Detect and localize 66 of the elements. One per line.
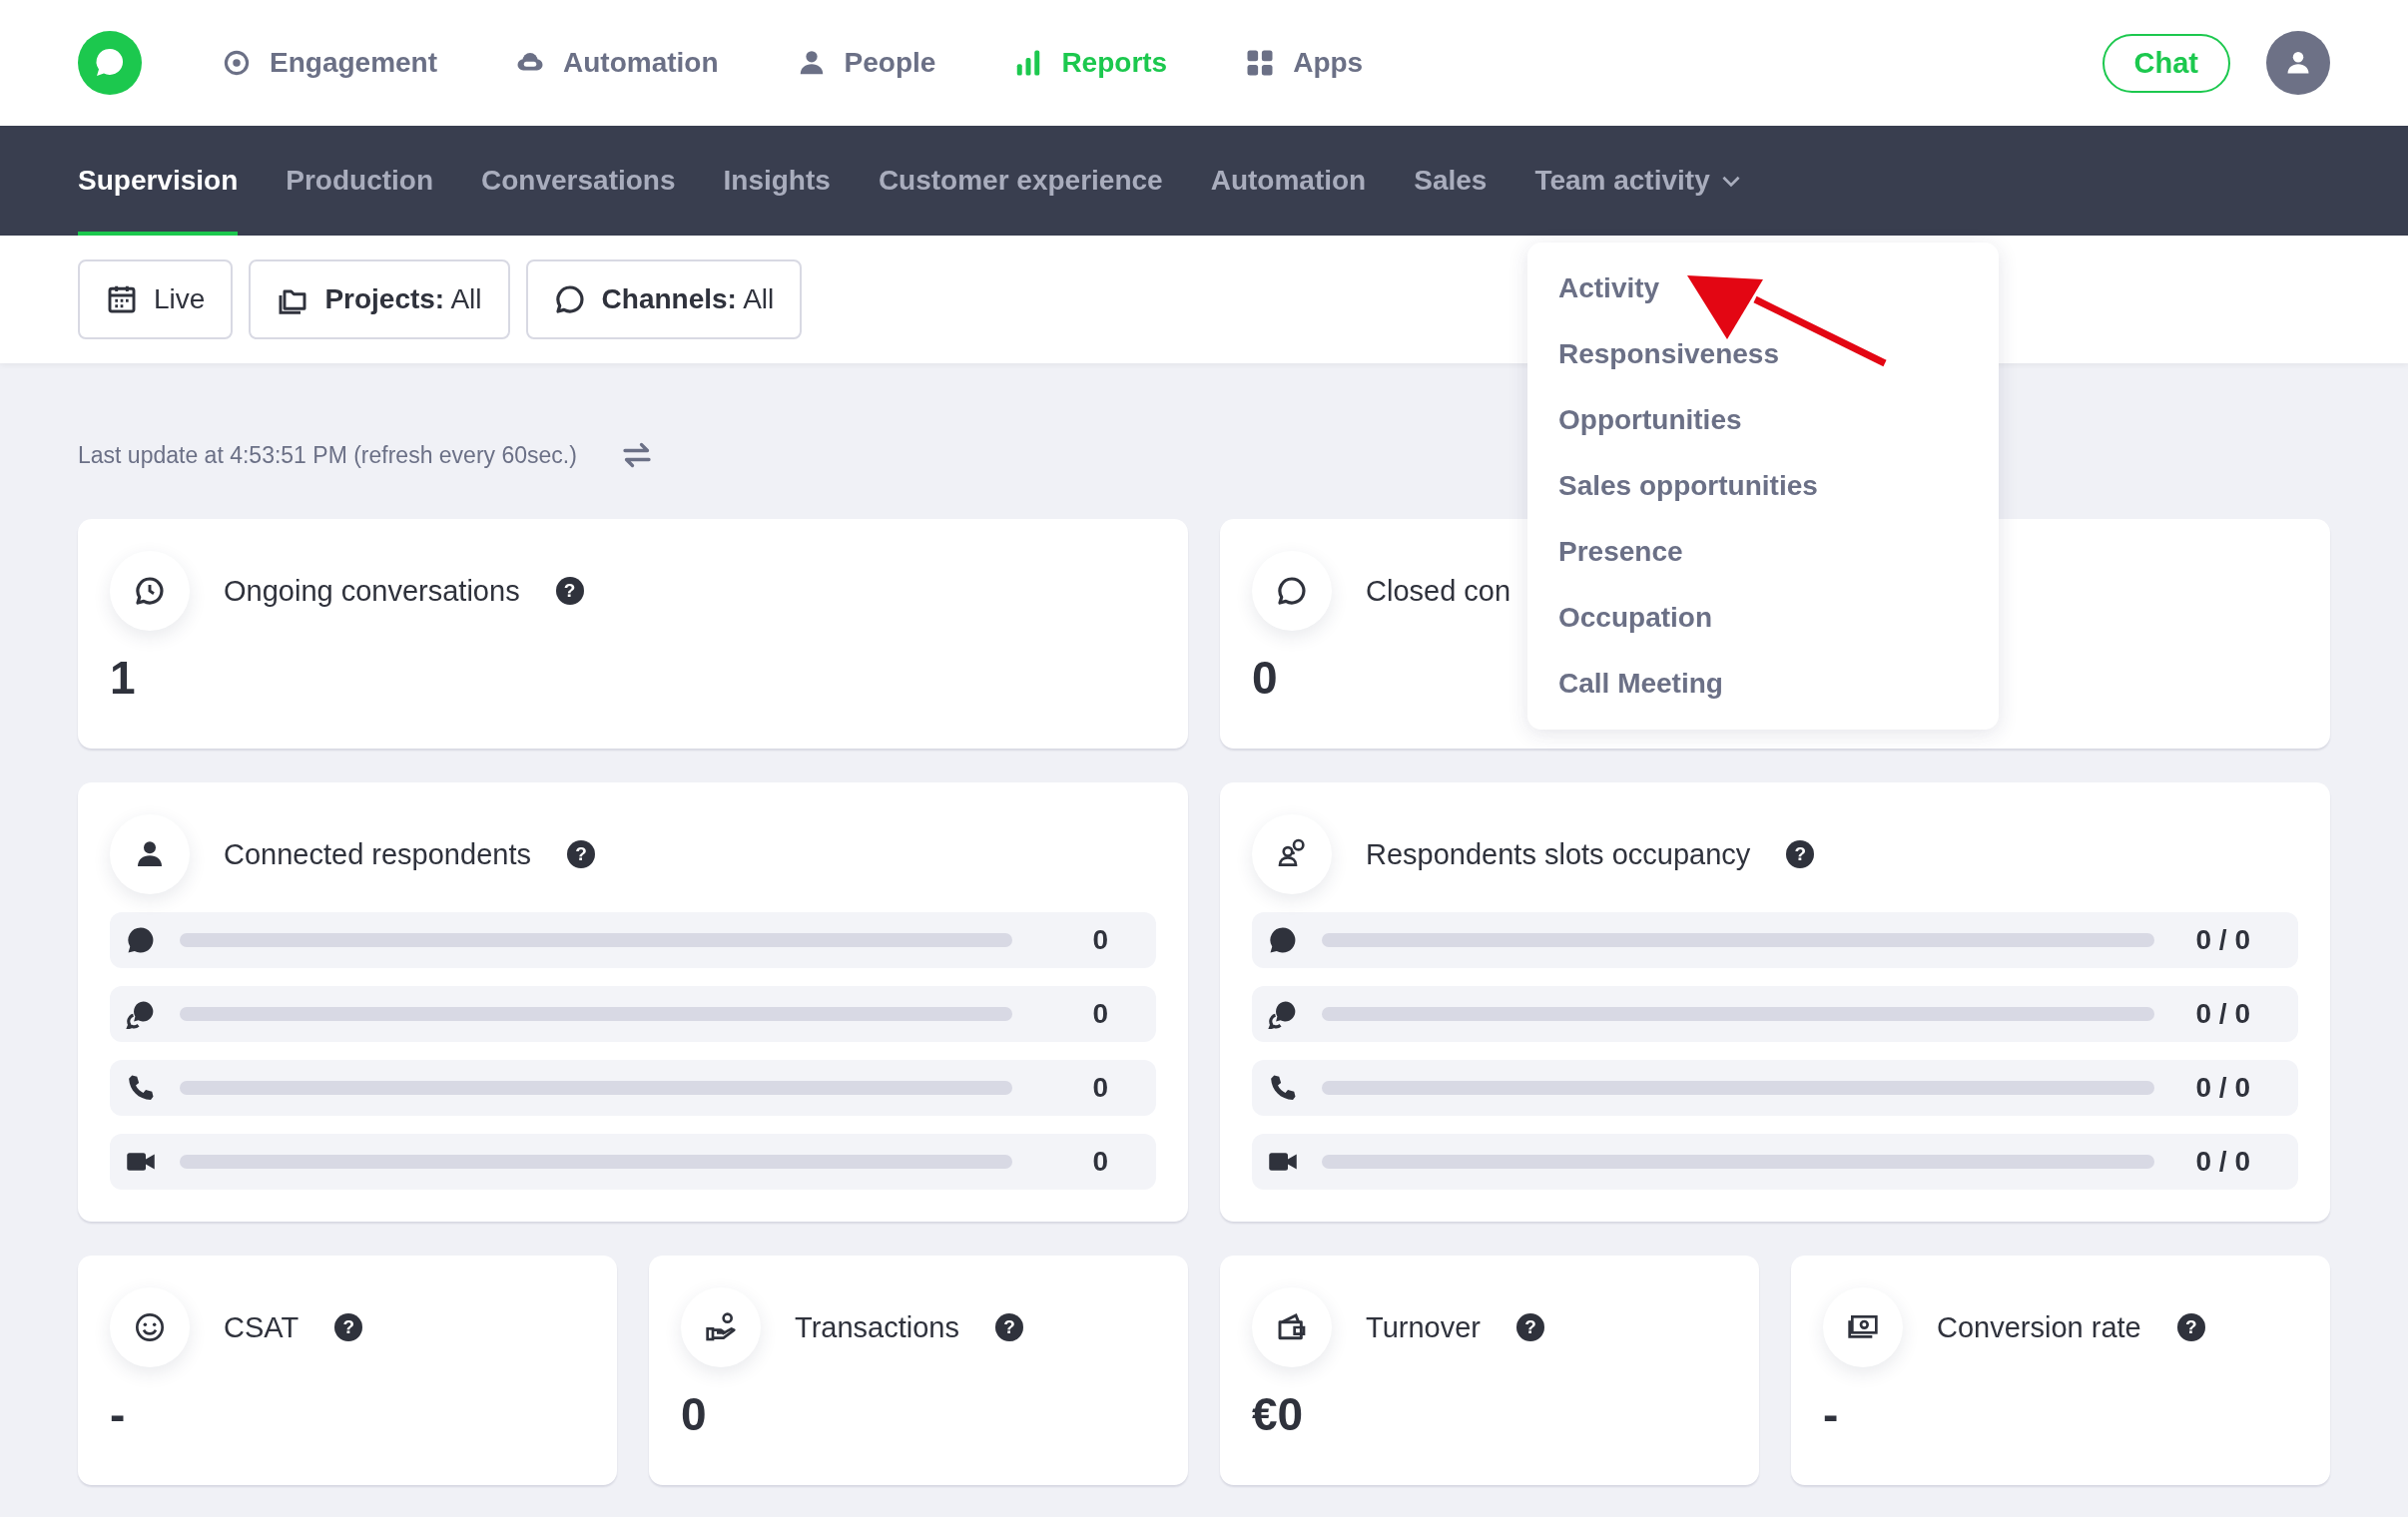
report-tab[interactable]: Automation [1210,126,1367,236]
calendar-icon [106,283,138,315]
phone-icon [1268,1073,1298,1103]
channel-count: 0 / 0 [2194,924,2250,956]
metric-value: 1 [110,651,136,705]
channel-count: 0 [1091,998,1108,1030]
chat-bubbles-icon [1268,999,1298,1029]
help-icon[interactable]: ? [1786,840,1815,868]
metric-value: - [1823,1387,1839,1441]
help-icon[interactable]: ? [334,1313,363,1341]
nav-item[interactable]: Engagement [222,47,438,79]
help-icon[interactable]: ? [1515,1313,1544,1341]
channel-count: 0 / 0 [2194,998,2250,1030]
chat-bubble-icon [126,925,156,955]
card-title: Conversion rate [1937,1310,2141,1344]
report-tab[interactable]: Insights [723,126,831,236]
nav-item[interactable]: People [796,47,936,79]
chat-bubble-icon [553,283,586,315]
menu-item[interactable]: Call Meeting [1558,651,1723,717]
grid-icon [1245,48,1276,78]
metric-value: €0 [1252,1387,1304,1441]
card-title: Turnover [1366,1310,1481,1344]
menu-item[interactable]: Opportunities [1558,387,1742,453]
report-tab[interactable]: Production [286,126,434,236]
chat-bubble-icon [1268,925,1298,955]
card-title: CSAT [224,1310,300,1344]
help-icon[interactable]: ? [555,577,584,605]
hand-coin-icon [705,1311,737,1343]
channel-count: 0 / 0 [2194,1146,2250,1178]
help-icon[interactable]: ? [2176,1313,2205,1341]
help-icon[interactable]: ? [994,1313,1023,1341]
report-tab[interactable]: Team activity [1534,126,1744,236]
metric-value: 0 [1252,651,1278,705]
channel-count: 0 / 0 [2194,1072,2250,1104]
menu-item[interactable]: Presence [1558,519,1683,585]
last-update-text: Last update at 4:53:51 PM (refresh every 60sec.) [78,441,577,469]
filter-button[interactable]: Channels: All [525,259,803,339]
logo-icon[interactable] [78,31,142,95]
phone-icon [126,1073,156,1103]
menu-item[interactable]: Responsiveness [1558,321,1779,387]
card-title: Ongoing conversations [224,574,520,608]
report-tab[interactable]: Customer experience [878,126,1163,236]
metric-value: 0 [681,1387,707,1441]
card-title: Transactions [795,1310,959,1344]
clock-chat-icon [134,575,166,607]
report-tab[interactable]: Sales [1414,126,1488,236]
channel-count: 0 [1091,1146,1108,1178]
smiley-icon [134,1311,166,1343]
target-icon [222,48,252,78]
filter-button[interactable]: Projects: All [249,259,510,339]
channel-count: 0 [1091,1072,1108,1104]
nav-item[interactable]: Apps [1245,47,1364,79]
card-title: Respondents slots occupancy [1366,837,1751,871]
channel-count: 0 [1091,924,1108,956]
card-title: Closed con [1366,574,1511,608]
metric-value: - [110,1387,126,1441]
menu-item[interactable]: Activity [1558,255,1660,321]
chat-bubbles-icon [126,999,156,1029]
chat-bubble-icon [1276,575,1308,607]
menu-item[interactable]: Occupation [1558,585,1712,651]
report-tab[interactable]: Conversations [481,126,676,236]
help-icon[interactable]: ? [566,840,595,868]
menu-item[interactable]: Sales opportunities [1558,453,1818,519]
nav-item[interactable]: Automation [515,47,719,79]
filter-button[interactable]: Live [78,259,234,339]
card-title: Connected respondents [224,837,531,871]
